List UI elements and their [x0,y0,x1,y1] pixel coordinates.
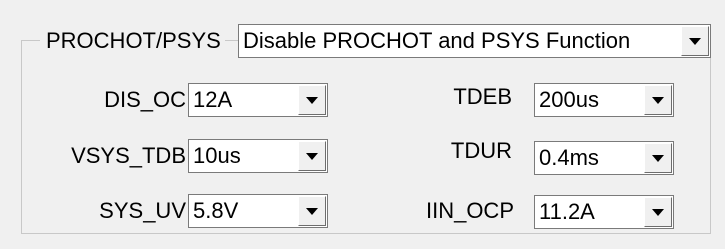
tdur-label: TDUR [450,138,512,163]
sys-uv-select[interactable]: 5.8V [188,194,328,228]
vsys-tdb-dropdown-button[interactable] [298,141,326,171]
vsys-tdb-value: 10us [193,143,241,168]
sys-uv-value: 5.8V [193,198,239,223]
sys-uv-label: SYS_UV [99,198,186,223]
dis-oc-dropdown-button[interactable] [298,85,326,115]
tdeb-value: 200us [539,87,599,112]
chevron-down-icon [306,152,318,160]
tdur-value: 0.4ms [539,145,599,170]
iin-ocp-select[interactable]: 11.2A [534,195,674,229]
iin-ocp-value: 11.2A [539,199,595,224]
chevron-down-icon [689,37,701,45]
prochot-psys-label: PROCHOT/PSYS [46,28,221,53]
sys-uv-dropdown-button[interactable] [298,196,326,226]
dis-oc-value: 12A [193,87,233,112]
prochot-psys-select[interactable]: Disable PROCHOT and PSYS Function [238,24,711,58]
vsys-tdb-label: VSYS_TDB [71,143,186,168]
chevron-down-icon [652,96,664,104]
prochot-psys-value: Disable PROCHOT and PSYS Function [243,28,631,53]
dis-oc-select[interactable]: 12A [188,83,328,117]
chevron-down-icon [652,208,664,216]
chevron-down-icon [306,96,318,104]
tdeb-dropdown-button[interactable] [644,85,672,115]
tdeb-select[interactable]: 200us [534,83,674,117]
iin-ocp-label: IIN_OCP [425,198,514,223]
tdur-dropdown-button[interactable] [644,143,672,173]
prochot-psys-dropdown-button[interactable] [681,26,709,56]
chevron-down-icon [306,207,318,215]
iin-ocp-dropdown-button[interactable] [644,197,672,227]
tdur-select[interactable]: 0.4ms [534,141,674,175]
vsys-tdb-select[interactable]: 10us [188,139,328,173]
dis-oc-label: DIS_OC [104,87,186,112]
chevron-down-icon [652,154,664,162]
tdeb-label: TDEB [453,84,512,109]
group-legend: PROCHOT/PSYS [40,24,225,58]
